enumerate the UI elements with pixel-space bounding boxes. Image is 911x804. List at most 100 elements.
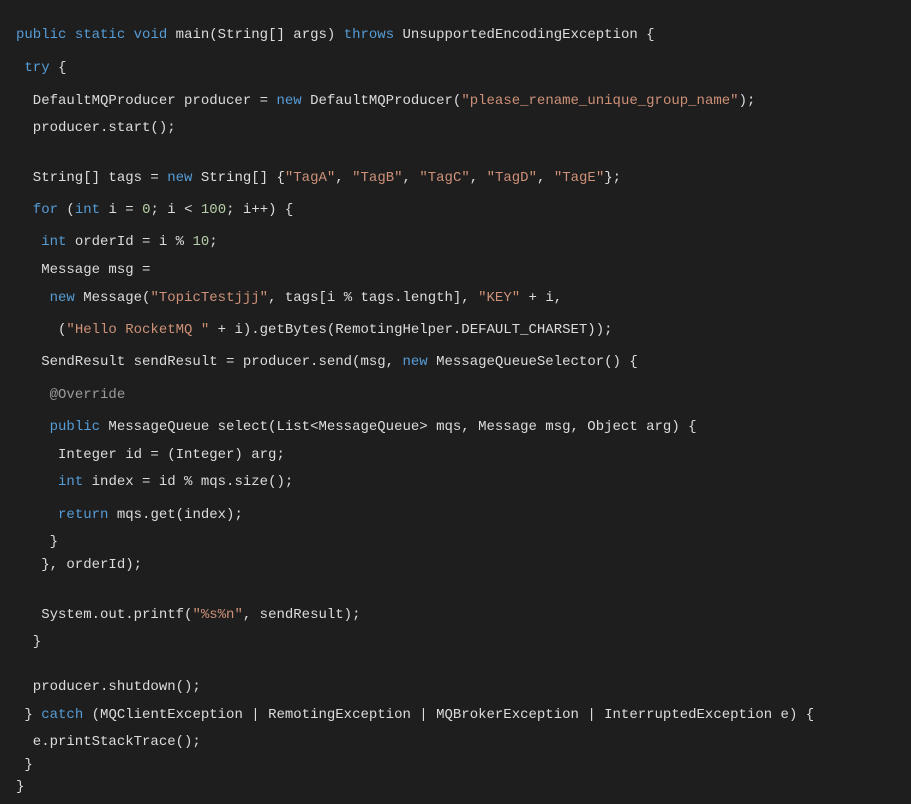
code-text: ; [209, 234, 218, 250]
code-text: ( [58, 202, 75, 218]
code-line: String[] tags = new String[] {"TagA", "T… [16, 168, 621, 188]
code-text: }; [604, 170, 622, 186]
code-line: }, orderId); [16, 555, 142, 575]
code-text: Message msg = [16, 262, 151, 278]
code-text: SendResult sendResult = producer.send(ms… [16, 354, 403, 370]
code-text: DefaultMQProducer( [301, 93, 462, 109]
code-text: ); [738, 93, 756, 109]
code-text: , [335, 170, 353, 186]
code-line: ("Hello RocketMQ " + i).getBytes(Remotin… [16, 320, 613, 340]
code-keyword: new [402, 354, 428, 370]
code-line: for (int i = 0; i < 100; i++) { [16, 200, 294, 220]
code-line: public static void main(String[] args) t… [16, 25, 655, 45]
code-text: ; i < [150, 202, 201, 218]
code-line: System.out.printf("%s%n", sendResult); [16, 605, 360, 625]
code-text: index = id % mqs.size(); [83, 474, 294, 490]
code-text: , [402, 170, 420, 186]
code-line: Message msg = [16, 260, 150, 280]
code-text: + i, [520, 290, 563, 306]
code-keyword: void [133, 27, 168, 43]
code-number: 10 [192, 234, 210, 250]
code-text: } [16, 707, 42, 723]
code-line: SendResult sendResult = producer.send(ms… [16, 352, 638, 372]
code-text: UnsupportedEncodingException { [394, 27, 655, 43]
code-keyword: static [74, 27, 126, 43]
code-keyword: new [276, 93, 302, 109]
code-keyword: int [41, 234, 67, 250]
code-text: ; i++) { [226, 202, 294, 218]
code-line: new Message("TopicTestjjj", tags[i % tag… [16, 288, 563, 308]
code-text: mqs.get(index); [108, 507, 243, 523]
code-text: , [537, 170, 554, 186]
code-line: @Override [16, 385, 126, 405]
code-text: main(String[] args) [167, 27, 344, 43]
code-text: , tags[i % tags.length], [268, 290, 479, 306]
code-keyword: throws [343, 27, 395, 43]
code-string: "%s%n" [192, 607, 243, 623]
code-line: int orderId = i % 10; [16, 232, 218, 252]
code-string: "TagD" [486, 170, 537, 186]
code-line: e.printStackTrace(); [16, 732, 201, 752]
code-string: "TopicTestjjj" [150, 290, 269, 306]
code-line: } [16, 532, 58, 552]
code-keyword: for [32, 202, 59, 218]
code-text: { [49, 60, 67, 76]
code-annotation: @Override [49, 387, 126, 403]
code-text: } [16, 779, 25, 795]
code-text: MessageQueueSelector() { [427, 354, 638, 370]
code-line: } [16, 632, 41, 652]
code-text: DefaultMQProducer producer = [16, 93, 277, 109]
code-keyword: try [24, 60, 50, 76]
code-line: } catch (MQClientException | RemotingExc… [16, 705, 814, 725]
code-text: producer.shutdown(); [16, 679, 201, 695]
code-string: "please_rename_unique_group_name" [461, 93, 739, 109]
code-string: "TagA" [284, 170, 336, 186]
code-text: , [469, 170, 487, 186]
code-line: try { [16, 58, 66, 78]
code-line: producer.start(); [16, 118, 176, 138]
code-text: System.out.printf( [16, 607, 193, 623]
code-line: return mqs.get(index); [16, 505, 243, 525]
code-line: } [16, 777, 24, 797]
code-string: "Hello RocketMQ " [66, 322, 210, 338]
code-text: i = [100, 202, 143, 218]
code-text: } [16, 634, 42, 650]
code-string: "TagE" [553, 170, 605, 186]
code-string: "TagC" [419, 170, 470, 186]
code-keyword: new [167, 170, 193, 186]
code-string: "KEY" [478, 290, 521, 306]
code-keyword: public [49, 419, 101, 435]
code-text: e.printStackTrace(); [16, 734, 201, 750]
code-text: } [16, 757, 33, 773]
code-text: producer.start(); [16, 120, 176, 136]
code-keyword: new [49, 290, 75, 306]
code-line: DefaultMQProducer producer = new Default… [16, 91, 756, 111]
code-text: } [16, 534, 59, 550]
code-line: Integer id = (Integer) arg; [16, 445, 285, 465]
code-line: } [16, 755, 33, 775]
code-keyword: int [58, 474, 84, 490]
code-string: "TagB" [352, 170, 403, 186]
code-text: String[] { [192, 170, 285, 186]
code-text: ( [16, 322, 67, 338]
code-text: + i).getBytes(RemotingHelper.DEFAULT_CHA… [209, 322, 613, 338]
code-text: Message( [74, 290, 151, 306]
code-line: public MessageQueue select(List<MessageQ… [16, 417, 697, 437]
code-text: orderId = i % [66, 234, 193, 250]
code-number: 100 [200, 202, 227, 218]
code-keyword: int [74, 202, 101, 218]
code-text: (MQClientException | RemotingException |… [83, 707, 815, 723]
code-line: int index = id % mqs.size(); [16, 472, 293, 492]
code-text: String[] tags = [16, 170, 168, 186]
code-line: producer.shutdown(); [16, 677, 201, 697]
code-block: public static void main(String[] args) t… [0, 0, 911, 804]
code-keyword: public [16, 27, 67, 43]
